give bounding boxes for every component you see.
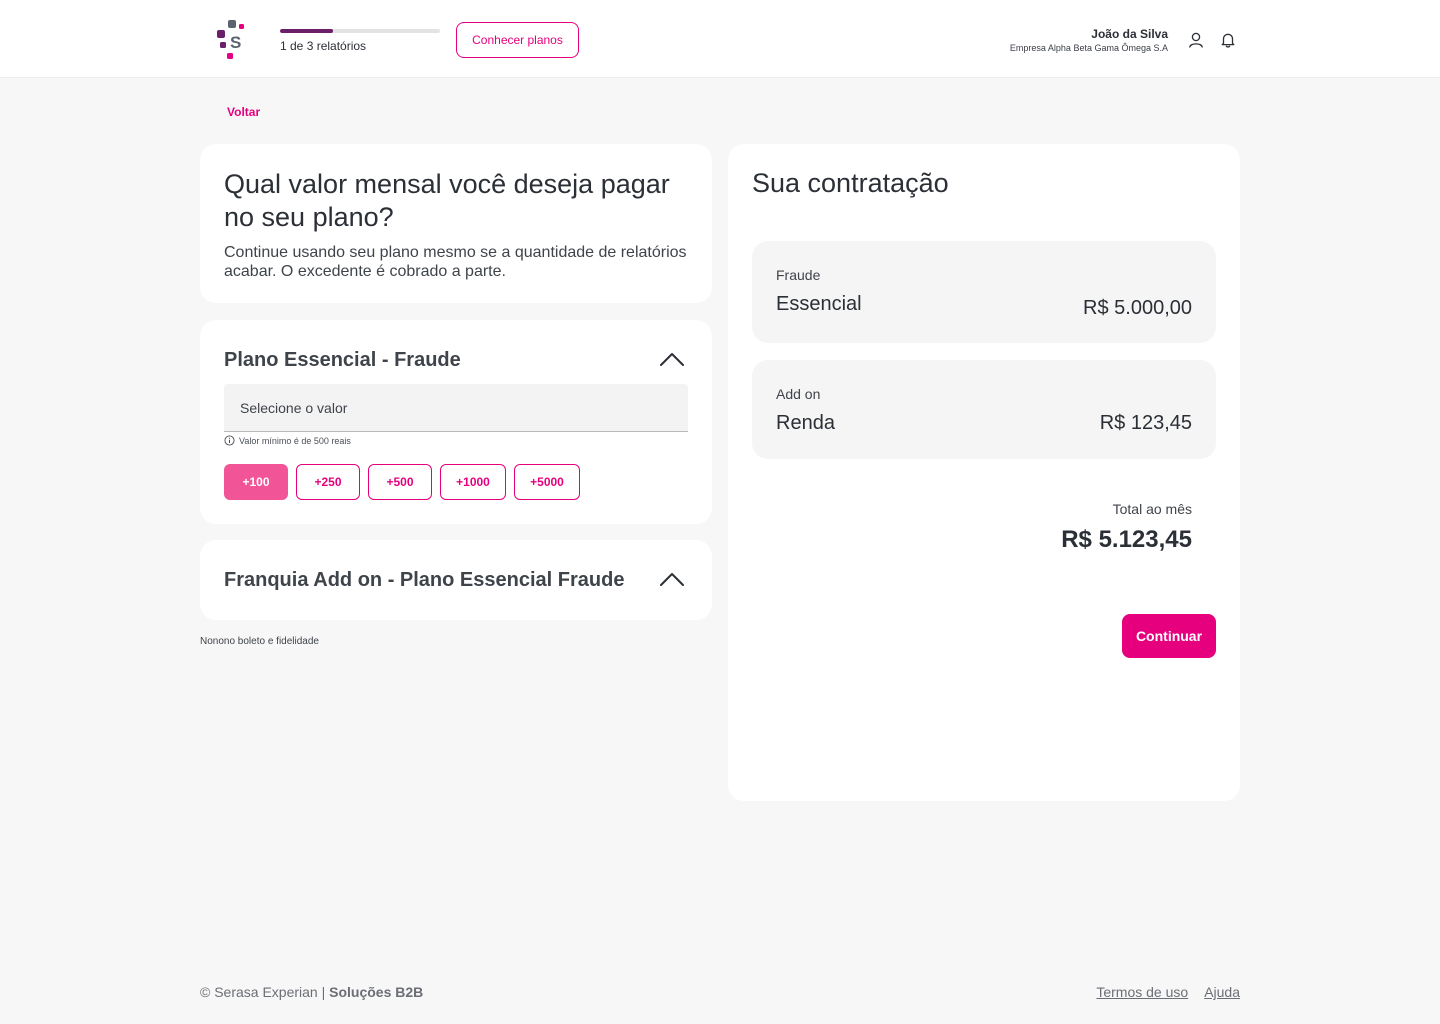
bell-icon[interactable] bbox=[1219, 31, 1237, 49]
value-chips: +100 +250 +500 +1000 +5000 bbox=[224, 464, 580, 500]
back-link[interactable]: Voltar bbox=[227, 105, 260, 119]
serasa-logo[interactable]: S bbox=[214, 18, 250, 62]
intro-card: Qual valor mensal você deseja pagar no s… bbox=[200, 144, 712, 303]
total-label: Total ao mês bbox=[1112, 501, 1192, 517]
info-icon bbox=[224, 435, 235, 446]
summary-item-price: R$ 123,45 bbox=[1099, 412, 1192, 434]
chip-100[interactable]: +100 bbox=[224, 464, 288, 500]
summary-card: Sua contratação Fraude Essencial R$ 5.00… bbox=[728, 144, 1240, 801]
chevron-up-icon[interactable] bbox=[659, 351, 685, 367]
hint-text: Valor mínimo é de 500 reais bbox=[239, 435, 351, 446]
footer-brand: Soluções B2B bbox=[329, 984, 424, 1000]
footnote: Nonono boleto e fidelidade bbox=[200, 636, 319, 647]
continue-button[interactable]: Continuar bbox=[1122, 614, 1216, 658]
footer-links: Termos de uso Ajuda bbox=[1096, 984, 1240, 1000]
chip-250[interactable]: +250 bbox=[296, 464, 360, 500]
chip-1000[interactable]: +1000 bbox=[440, 464, 506, 500]
user-info: João da Silva Empresa Alpha Beta Gama Ôm… bbox=[1010, 27, 1168, 53]
summary-item-label: Add on bbox=[776, 386, 821, 402]
chevron-up-icon[interactable] bbox=[659, 571, 685, 587]
footer-copyright: © Serasa Experian | Soluções B2B bbox=[200, 984, 423, 1000]
value-select[interactable]: Selecione o valor bbox=[224, 384, 688, 432]
progress-track bbox=[280, 29, 440, 33]
page-description: Continue usando seu plano mesmo se a qua… bbox=[224, 244, 687, 280]
help-link[interactable]: Ajuda bbox=[1204, 984, 1240, 1000]
terms-link[interactable]: Termos de uso bbox=[1096, 984, 1188, 1000]
addon-card: Franquia Add on - Plano Essencial Fraude bbox=[200, 540, 712, 620]
summary-item-name: Renda bbox=[776, 412, 835, 434]
user-name: João da Silva bbox=[1091, 27, 1168, 41]
summary-item: Fraude Essencial R$ 5.000,00 bbox=[752, 241, 1216, 343]
svg-text:S: S bbox=[230, 33, 241, 52]
copyright-text: © Serasa Experian | bbox=[200, 984, 330, 1000]
chip-5000[interactable]: +5000 bbox=[514, 464, 580, 500]
user-icon[interactable] bbox=[1187, 31, 1205, 49]
page-title: Qual valor mensal você deseja pagar no s… bbox=[224, 169, 670, 232]
minimum-value-hint: Valor mínimo é de 500 reais bbox=[224, 435, 351, 446]
addon-title: Franquia Add on - Plano Essencial Fraude bbox=[224, 569, 625, 591]
chip-500[interactable]: +500 bbox=[368, 464, 432, 500]
user-company: Empresa Alpha Beta Gama Ômega S.A bbox=[1009, 43, 1168, 53]
plan-title: Plano Essencial - Fraude bbox=[224, 349, 461, 371]
summary-item: Add on Renda R$ 123,45 bbox=[752, 360, 1216, 459]
progress-label: 1 de 3 relatórios bbox=[280, 39, 367, 53]
see-plans-button[interactable]: Conhecer planos bbox=[456, 22, 579, 58]
plan-essential-card: Plano Essencial - Fraude Selecione o val… bbox=[200, 320, 712, 524]
summary-item-label: Fraude bbox=[776, 267, 821, 283]
top-header: S 1 de 3 relatórios Conhecer planos João… bbox=[0, 0, 1440, 78]
progress-fill bbox=[280, 29, 334, 33]
total-value: R$ 5.123,45 bbox=[1061, 526, 1192, 553]
value-select-placeholder: Selecione o valor bbox=[240, 399, 348, 416]
summary-title: Sua contratação bbox=[752, 168, 949, 198]
summary-item-name: Essencial bbox=[776, 293, 862, 315]
summary-item-price: R$ 5.000,00 bbox=[1083, 297, 1192, 319]
reports-progress: 1 de 3 relatórios bbox=[280, 29, 440, 53]
